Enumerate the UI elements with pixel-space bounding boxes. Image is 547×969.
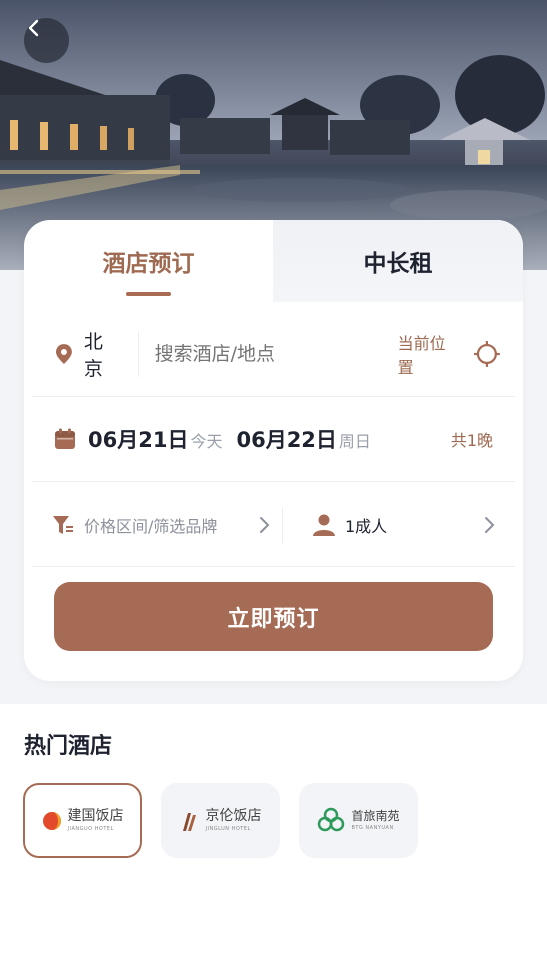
jianguo-logo-icon <box>42 811 61 830</box>
book-now-button[interactable]: 立即预订 <box>54 582 493 651</box>
brand-subtitle: BTG NANYUAN <box>351 825 394 831</box>
tab-hotel-booking[interactable]: 酒店预订 <box>24 220 273 302</box>
active-tab-indicator <box>126 292 171 296</box>
nanyuan-logo-icon <box>318 807 345 831</box>
popular-hotels-title: 热门酒店 <box>24 734 113 759</box>
brand-nanyuan[interactable]: 首旅南苑 BTG NANYUAN <box>299 783 418 858</box>
filter-label: 价格区间/筛选品牌 <box>84 517 218 536</box>
checkout-date[interactable]: 06月22日 周日 <box>236 424 370 454</box>
date-row[interactable]: 06月21日 今天 06月22日 周日 共1晚 <box>32 416 515 462</box>
city-selector[interactable]: 北京 <box>54 327 122 381</box>
brand-jianguo[interactable]: 建国饭店 JIANGUO HOTEL <box>23 783 142 858</box>
guests-selector[interactable]: 1成人 <box>313 513 515 537</box>
booking-card: 酒店预订 中长租 北京 当前位置 <box>24 220 523 681</box>
divider <box>282 507 283 543</box>
checkin-date[interactable]: 06月21日 今天 <box>88 424 222 454</box>
calendar-icon <box>55 428 75 449</box>
filter-icon <box>53 516 73 534</box>
brand-logo: 建国饭店 JIANGUO HOTEL <box>42 809 124 832</box>
popular-hotel-list: 建国饭店 JIANGUO HOTEL 京伦饭店 JINGLUN HOTEL 首旅… <box>23 783 418 858</box>
current-location-label: 当前位置 <box>397 334 446 377</box>
divider <box>32 396 515 397</box>
brand-jinglun[interactable]: 京伦饭店 JINGLUN HOTEL <box>161 783 280 858</box>
checkin-weekday: 今天 <box>190 432 223 451</box>
crosshair-icon <box>474 341 501 367</box>
chevron-right-icon <box>485 517 495 533</box>
brand-name: 首旅南苑 <box>351 809 400 823</box>
brand-logo: 京伦饭店 JINGLUN HOTEL <box>180 809 262 833</box>
chevron-left-icon <box>28 19 39 37</box>
brand-name: 京伦饭店 <box>205 808 262 824</box>
price-brand-filter[interactable]: 价格区间/筛选品牌 <box>52 513 282 537</box>
checkin-date-value: 06月21日 <box>88 428 189 452</box>
brand-logo: 首旅南苑 BTG NANYUAN <box>317 807 400 835</box>
back-button[interactable] <box>24 18 69 63</box>
person-icon <box>313 514 335 536</box>
guests-label: 1成人 <box>345 517 388 536</box>
filter-row: 价格区间/筛选品牌 1成人 <box>32 502 515 548</box>
checkout-date-value: 06月22日 <box>236 428 337 452</box>
divider <box>32 566 515 567</box>
brand-name: 建国饭店 <box>67 808 124 824</box>
tab-long-stay[interactable]: 中长租 <box>273 220 523 302</box>
location-search-row: 北京 当前位置 <box>32 328 515 380</box>
city-name: 北京 <box>83 331 103 380</box>
chevron-right-icon <box>260 517 270 533</box>
jinglun-logo-icon <box>182 812 196 831</box>
current-location-button[interactable]: 当前位置 <box>398 330 501 378</box>
divider <box>32 481 515 482</box>
brand-subtitle: JINGLUN HOTEL <box>205 826 251 832</box>
location-pin-icon <box>55 344 72 364</box>
nights-count: 共1晚 <box>450 431 493 450</box>
search-input[interactable] <box>154 334 398 374</box>
divider <box>137 331 139 377</box>
brand-subtitle: JIANGUO HOTEL <box>67 826 114 832</box>
checkout-weekday: 周日 <box>338 432 371 451</box>
